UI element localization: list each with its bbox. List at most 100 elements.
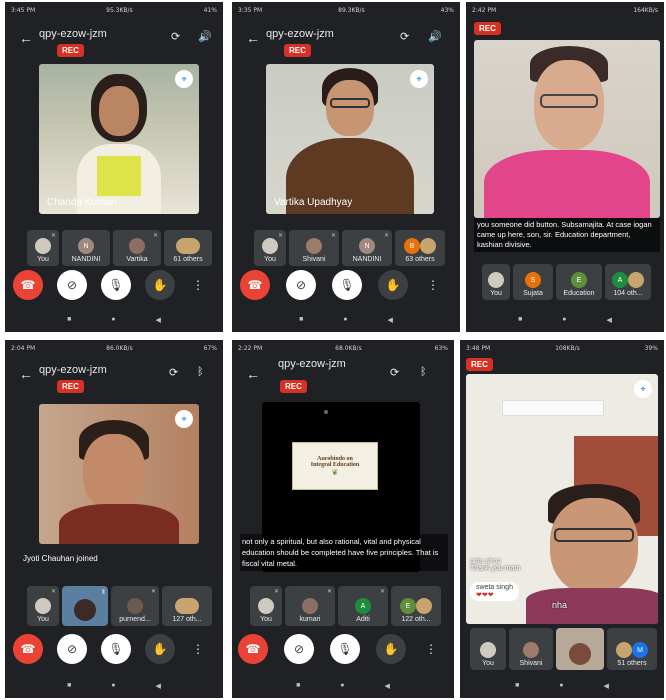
nav-back-icon[interactable]: ◀ bbox=[385, 682, 390, 694]
participant-tile[interactable]: N NANDINI bbox=[62, 230, 110, 266]
participant-name: You bbox=[490, 290, 502, 297]
avatar bbox=[74, 599, 96, 621]
back-arrow-icon[interactable]: ← bbox=[246, 30, 260, 46]
nav-home-icon[interactable]: ● bbox=[111, 316, 115, 328]
nav-home-icon[interactable]: ● bbox=[111, 682, 115, 694]
nav-home-icon[interactable]: ● bbox=[340, 682, 344, 694]
participant-tile[interactable]: E 122 oth... bbox=[391, 586, 441, 626]
switch-camera-icon[interactable]: ⟳ bbox=[169, 366, 178, 379]
participant-tile[interactable]: E Education bbox=[556, 264, 602, 300]
more-options-icon[interactable]: ⋮ bbox=[189, 270, 207, 300]
nav-recents-icon[interactable]: ■ bbox=[518, 316, 522, 328]
mic-off-icon: ✕ bbox=[50, 589, 56, 595]
raise-hand-button[interactable]: ✋ bbox=[145, 270, 175, 300]
bluetooth-icon[interactable]: ᛒ bbox=[197, 366, 204, 378]
participant-tile[interactable]: M 51 others bbox=[607, 628, 657, 670]
status-time: 3:48 PM bbox=[466, 344, 491, 352]
participant-tile[interactable]: ✕ purnend... bbox=[111, 586, 159, 626]
meeting-code[interactable]: qpy-ezow-jzm bbox=[278, 358, 346, 370]
mic-off-button[interactable]: 🎙 bbox=[101, 270, 131, 300]
end-call-button[interactable]: ☎ bbox=[240, 270, 270, 300]
mic-off-button[interactable]: 🎙 bbox=[330, 634, 360, 664]
nav-back-icon[interactable]: ◀ bbox=[607, 316, 612, 328]
participant-tile[interactable]: ✕ You bbox=[27, 230, 59, 266]
raise-hand-button[interactable]: ✋ bbox=[378, 270, 408, 300]
pin-icon[interactable]: ⌖ bbox=[175, 70, 193, 88]
nav-back-icon[interactable]: ◀ bbox=[156, 316, 161, 328]
switch-camera-icon[interactable]: ⟳ bbox=[171, 30, 180, 43]
meeting-code[interactable]: qpy-ezow-jzm bbox=[39, 28, 107, 40]
nav-recents-icon[interactable]: ■ bbox=[299, 316, 303, 328]
avatar bbox=[523, 642, 539, 658]
nav-recents-icon[interactable]: ■ bbox=[67, 316, 71, 328]
participant-strip: You Shivani M 51 others bbox=[470, 628, 657, 670]
participant-tile[interactable]: N ✕ NANDINI bbox=[342, 230, 392, 266]
participant-tile[interactable]: A ✕ Aditi bbox=[338, 586, 388, 626]
participant-tile[interactable]: ✕ You bbox=[27, 586, 59, 626]
speaker-icon[interactable]: 🔊 bbox=[428, 30, 442, 43]
more-options-icon[interactable]: ⋮ bbox=[422, 634, 440, 664]
chat-message: ❤❤❤ bbox=[476, 592, 494, 599]
back-arrow-icon[interactable]: ← bbox=[19, 30, 33, 46]
participant-tile[interactable]: ✕ kumari bbox=[285, 586, 335, 626]
nav-back-icon[interactable]: ◀ bbox=[388, 316, 393, 328]
status-bar: 2:04 PM 86.0KB/s 67% bbox=[5, 340, 223, 356]
participant-tile[interactable]: 127 oth... bbox=[162, 586, 212, 626]
speaker-name: nha bbox=[552, 600, 568, 610]
face-shape bbox=[99, 86, 139, 136]
nav-home-icon[interactable]: ● bbox=[562, 316, 566, 328]
nav-home-icon[interactable]: ● bbox=[559, 682, 563, 694]
nav-back-icon[interactable]: ◀ bbox=[156, 682, 161, 694]
participant-tile[interactable]: A 104 oth... bbox=[605, 264, 651, 300]
end-call-button[interactable]: ☎ bbox=[13, 634, 43, 664]
speaker-icon[interactable]: 🔊 bbox=[198, 30, 212, 43]
more-options-icon[interactable]: ⋮ bbox=[424, 270, 442, 300]
mic-off-button[interactable]: 🎙 bbox=[332, 270, 362, 300]
body-shape bbox=[484, 150, 650, 218]
nav-recents-icon[interactable]: ■ bbox=[67, 682, 71, 694]
participant-tile[interactable]: S Sujata bbox=[513, 264, 553, 300]
raise-hand-button[interactable]: ✋ bbox=[145, 634, 175, 664]
call-screen-3: 2:42 PM 164KB/s REC you someone did butto… bbox=[466, 2, 664, 332]
participant-tile[interactable]: ✕ You bbox=[250, 586, 282, 626]
end-call-button[interactable]: ☎ bbox=[238, 634, 268, 664]
raise-hand-button[interactable]: ✋ bbox=[376, 634, 406, 664]
back-arrow-icon[interactable]: ← bbox=[246, 366, 260, 382]
participant-tile[interactable]: You bbox=[482, 264, 510, 300]
nav-recents-icon[interactable]: ■ bbox=[515, 682, 519, 694]
participant-tile[interactable]: ✕ You bbox=[254, 230, 286, 266]
participant-tile[interactable]: 61 others bbox=[164, 230, 212, 266]
camera-off-button[interactable]: ⊘ bbox=[57, 270, 87, 300]
bluetooth-icon[interactable]: ᛒ bbox=[420, 366, 427, 378]
back-arrow-icon[interactable]: ← bbox=[19, 366, 33, 382]
android-nav: ■ ● ◀ bbox=[232, 316, 460, 328]
call-controls: ☎ ⊘ 🎙 ✋ ⋮ bbox=[13, 270, 207, 300]
nav-home-icon[interactable]: ● bbox=[343, 316, 347, 328]
pin-icon[interactable]: ⌖ bbox=[175, 410, 193, 428]
participant-tile[interactable]: ✕ Shivani bbox=[289, 230, 339, 266]
participant-tile[interactable]: B 63 others bbox=[395, 230, 445, 266]
participant-tile[interactable]: You bbox=[470, 628, 506, 670]
participant-tile[interactable]: ✕ Vartika bbox=[113, 230, 161, 266]
participant-tile[interactable] bbox=[556, 628, 604, 670]
camera-off-button[interactable]: ⊘ bbox=[57, 634, 87, 664]
mic-off-button[interactable]: 🎙 bbox=[101, 634, 131, 664]
more-options-icon[interactable]: ⋮ bbox=[189, 634, 207, 664]
live-caption: you someone did button. Subsamajita. At … bbox=[474, 218, 660, 252]
pin-icon[interactable]: ⌖ bbox=[410, 70, 428, 88]
meeting-code[interactable]: qpy-ezow-jzm bbox=[266, 28, 334, 40]
end-call-button[interactable]: ☎ bbox=[13, 270, 43, 300]
pin-icon[interactable]: ⌖ bbox=[634, 380, 652, 398]
nav-back-icon[interactable]: ◀ bbox=[604, 682, 609, 694]
camera-off-button[interactable]: ⊘ bbox=[286, 270, 316, 300]
switch-camera-icon[interactable]: ⟳ bbox=[390, 366, 399, 379]
participant-name: You bbox=[482, 660, 494, 667]
switch-camera-icon[interactable]: ⟳ bbox=[400, 30, 409, 43]
camera-off-button[interactable]: ⊘ bbox=[284, 634, 314, 664]
participant-tile[interactable]: Shivani bbox=[509, 628, 553, 670]
nav-recents-icon[interactable]: ■ bbox=[296, 682, 300, 694]
participant-name: Aditi bbox=[356, 616, 370, 623]
participant-tile[interactable]: ▮ bbox=[62, 586, 108, 626]
meeting-code[interactable]: qpy-ezow-jzm bbox=[39, 364, 107, 376]
status-time: 2:42 PM bbox=[472, 6, 497, 14]
